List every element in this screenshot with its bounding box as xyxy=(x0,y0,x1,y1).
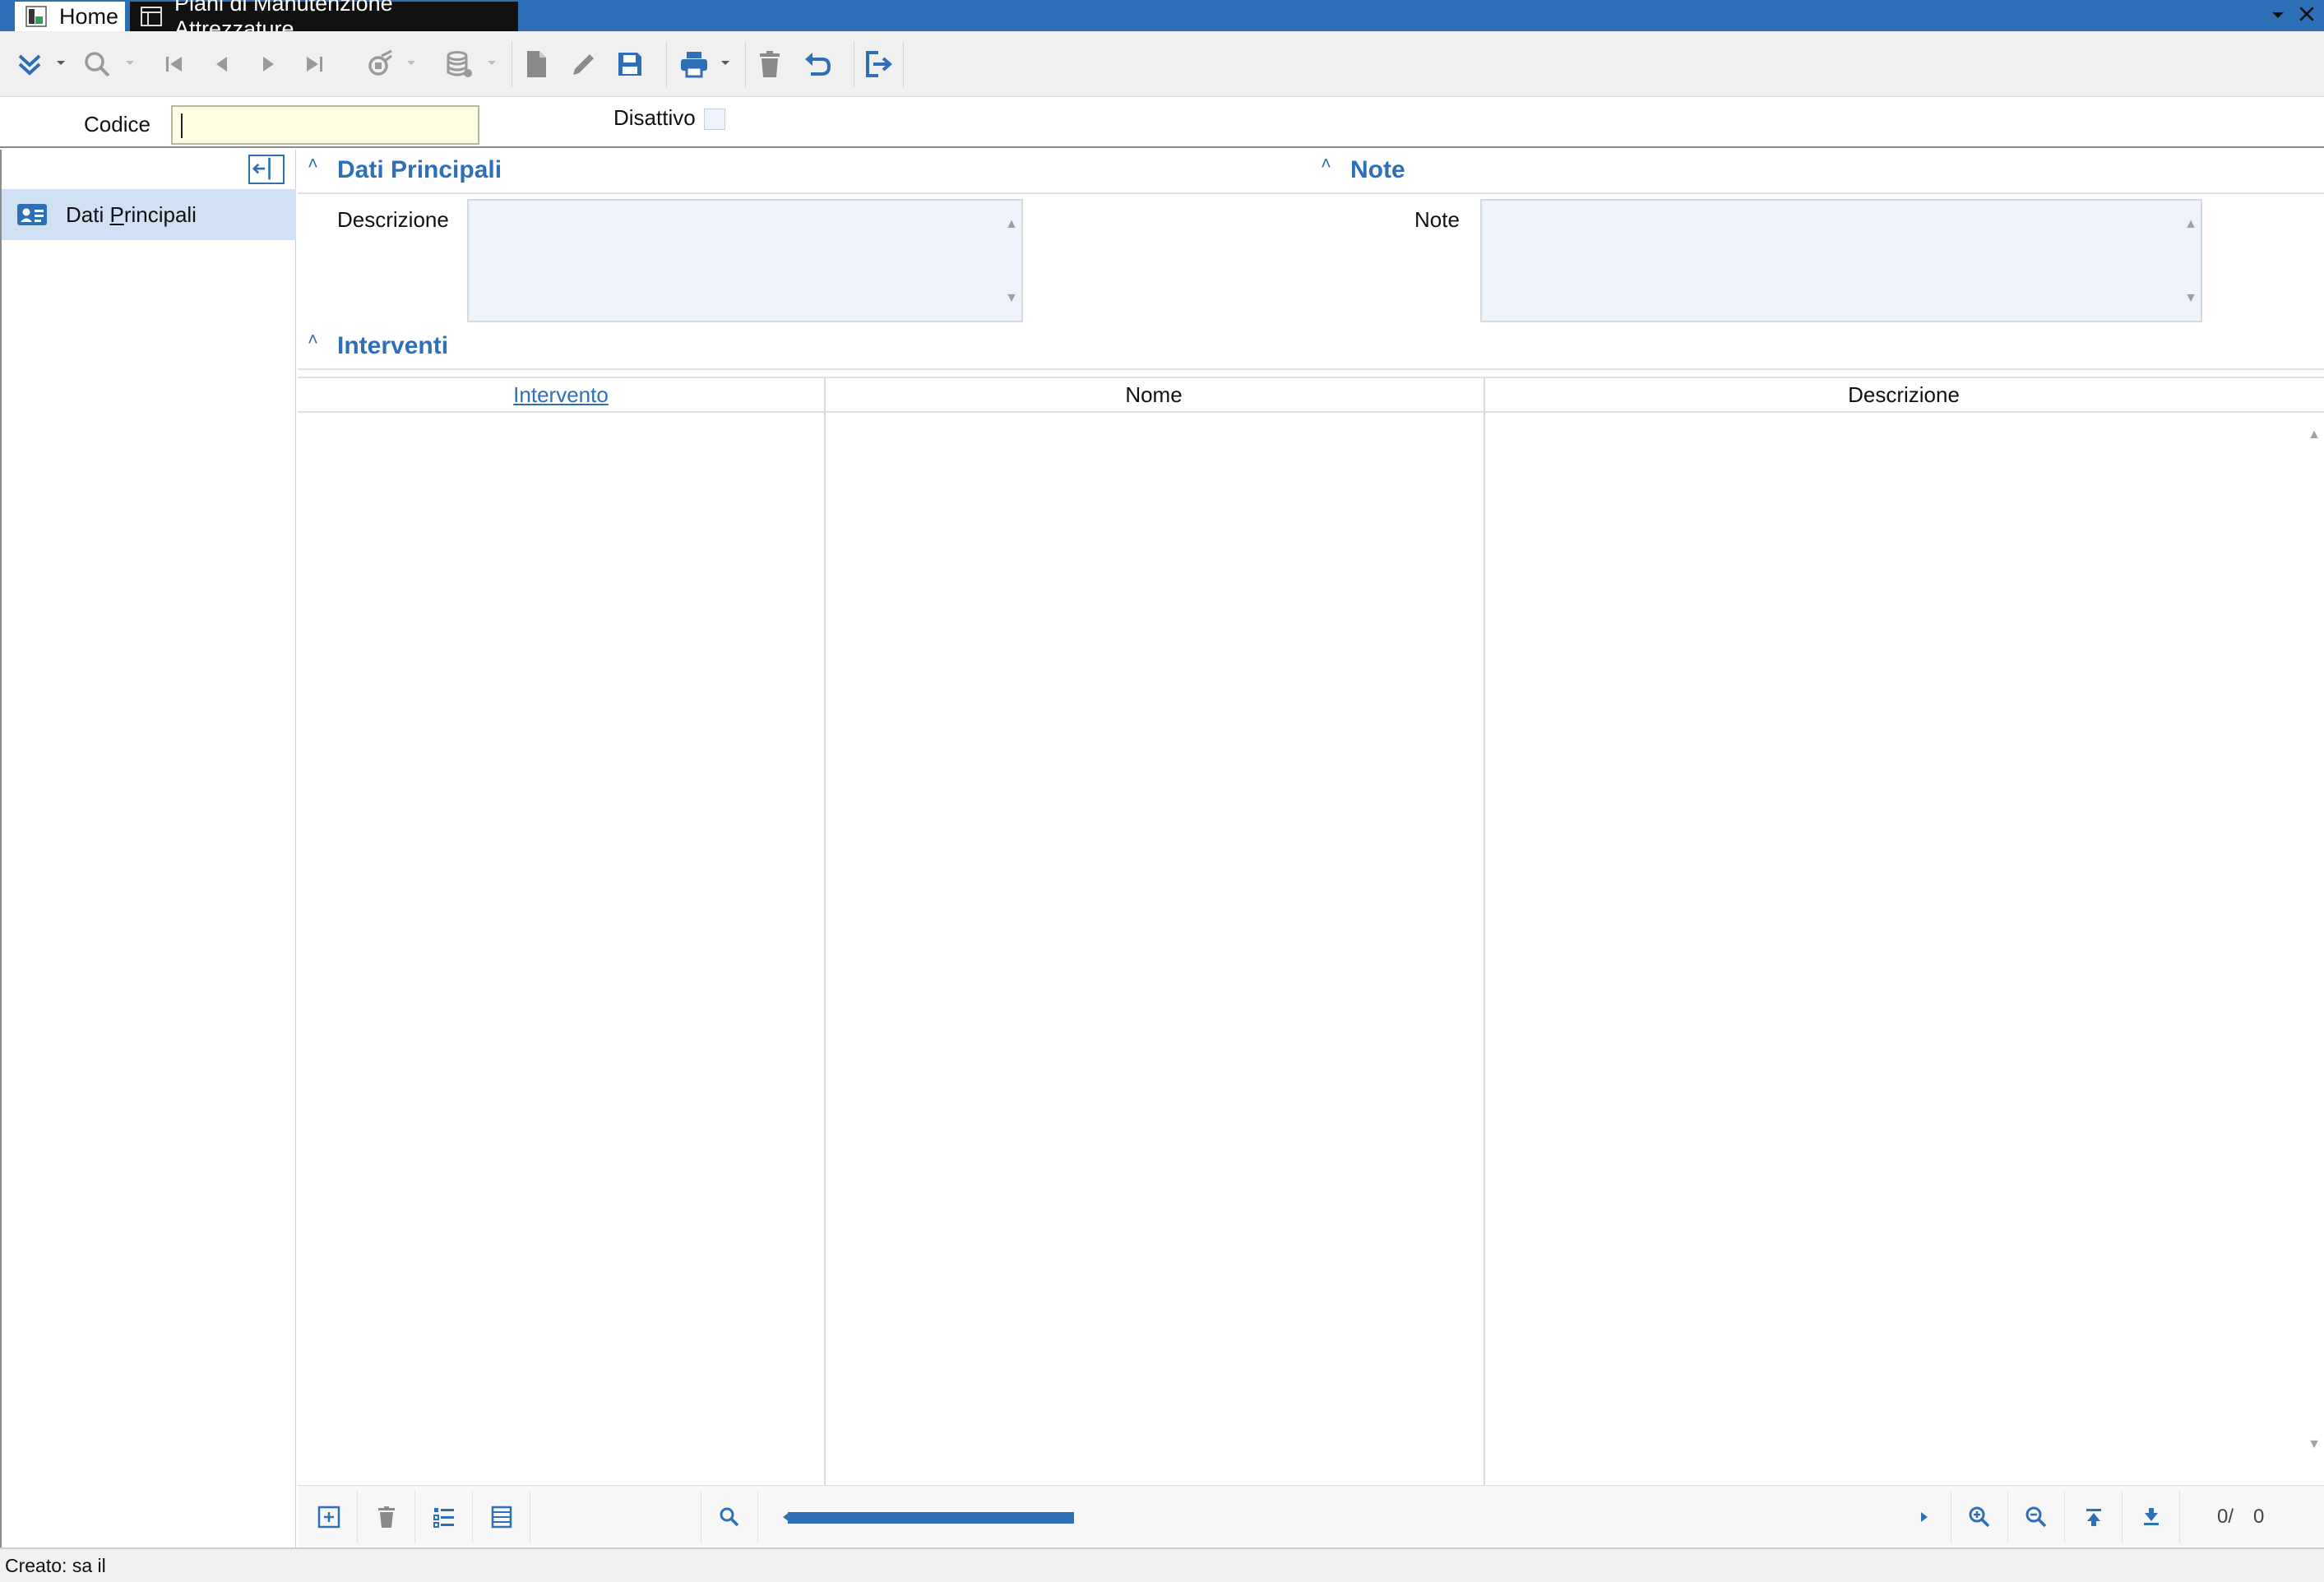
section-title-note: Note xyxy=(1350,156,1405,183)
section-divider xyxy=(298,368,2324,370)
section-title-interventi: Interventi xyxy=(337,332,449,359)
scroll-up-arrow-icon[interactable]: ▲ xyxy=(2184,217,2197,232)
note-textarea[interactable]: ▲ ▼ xyxy=(1480,199,2202,322)
zoom-in-icon[interactable] xyxy=(1951,1491,2008,1543)
edit-pencil-icon[interactable] xyxy=(562,43,605,86)
save-icon[interactable] xyxy=(609,43,651,86)
column-divider xyxy=(824,378,826,1487)
collapse-dati-principali-chevron-icon[interactable]: ˄ xyxy=(308,153,318,174)
list-view-icon[interactable] xyxy=(474,1491,530,1543)
toolbar-separator xyxy=(903,41,904,87)
column-header-nome[interactable]: Nome xyxy=(824,378,1484,413)
note-label: Note xyxy=(1414,207,1460,232)
section-title-dati-principali: Dati Principali xyxy=(337,156,502,183)
collapse-note-chevron-icon[interactable]: ˄ xyxy=(1321,153,1331,174)
database-icon[interactable] xyxy=(437,43,480,86)
scroll-bottom-icon[interactable] xyxy=(2123,1491,2180,1543)
expand-dropdown-caret-icon[interactable] xyxy=(54,56,67,69)
interventi-grid: Intervento Nome Descrizione ▲ ▼ xyxy=(298,377,2324,1487)
toolbar-separator xyxy=(745,41,746,87)
delete-row-icon[interactable] xyxy=(359,1491,415,1543)
search-icon[interactable] xyxy=(76,43,118,86)
disattivo-checkbox[interactable] xyxy=(704,109,725,130)
add-row-icon[interactable] xyxy=(301,1491,358,1543)
search-dropdown-caret-icon[interactable] xyxy=(123,56,137,69)
left-nav-panel xyxy=(0,150,296,1547)
sidebar-item-label: Dati Principali xyxy=(66,201,197,227)
next-record-icon[interactable] xyxy=(247,43,289,86)
first-record-icon[interactable] xyxy=(153,43,196,86)
descrizione-label: Descrizione xyxy=(337,207,449,232)
expand-double-chevron-icon[interactable] xyxy=(8,43,51,86)
status-bar: Creato: sa il xyxy=(0,1547,2324,1582)
sidebar-item-dati-principali[interactable]: Dati Principali xyxy=(2,189,296,240)
descrizione-textarea[interactable]: ▲ ▼ xyxy=(467,199,1023,322)
exit-icon[interactable] xyxy=(857,43,900,86)
collapse-panel-icon xyxy=(252,157,271,180)
window-controls xyxy=(2270,3,2316,28)
status-text: Creato: sa il xyxy=(5,1554,106,1576)
window-menu-dropdown-icon[interactable] xyxy=(2270,3,2286,29)
tab-home[interactable]: Home xyxy=(15,2,125,31)
hscroll-right-arrow-icon[interactable] xyxy=(1918,1510,1931,1524)
list-detail-icon[interactable] xyxy=(416,1491,473,1543)
horizontal-scrollbar-thumb[interactable] xyxy=(788,1512,1074,1524)
last-record-icon[interactable] xyxy=(293,43,336,86)
grid-footer-toolbar: 0/0 xyxy=(298,1485,2324,1547)
print-icon[interactable] xyxy=(673,43,715,86)
edit-query-icon[interactable] xyxy=(359,43,401,86)
print-dropdown-caret-icon[interactable] xyxy=(719,56,732,69)
form-window-icon xyxy=(140,5,163,28)
tab-piani-manutenzione[interactable]: Piani di Manutenzione Attrezzature xyxy=(130,0,518,41)
id-card-icon xyxy=(16,202,48,227)
column-divider xyxy=(1484,378,1485,1487)
database-dropdown-caret-icon[interactable] xyxy=(485,56,498,69)
prev-record-icon[interactable] xyxy=(201,43,243,86)
app-logo-icon xyxy=(25,5,48,28)
scroll-top-icon[interactable] xyxy=(2066,1491,2123,1543)
toolbar-separator xyxy=(666,41,667,87)
scroll-down-arrow-icon[interactable]: ▼ xyxy=(2184,291,2197,306)
close-window-icon[interactable] xyxy=(2298,3,2316,29)
zoom-out-icon[interactable] xyxy=(2008,1491,2065,1543)
codice-label: Codice xyxy=(84,112,150,136)
grid-search-icon[interactable] xyxy=(701,1491,758,1543)
text-cursor xyxy=(181,113,183,138)
undo-icon[interactable] xyxy=(796,43,839,86)
column-header-intervento[interactable]: Intervento xyxy=(298,378,824,413)
column-header-descrizione[interactable]: Descrizione xyxy=(1484,378,2324,413)
tab-home-label: Home xyxy=(59,3,119,29)
codice-input[interactable] xyxy=(171,105,479,145)
disattivo-label: Disattivo xyxy=(613,105,696,130)
query-dropdown-caret-icon[interactable] xyxy=(405,56,418,69)
collapse-interventi-chevron-icon[interactable]: ˄ xyxy=(308,329,318,350)
delete-trash-icon[interactable] xyxy=(748,43,791,86)
toolbar xyxy=(0,31,2324,97)
section-divider xyxy=(298,192,2324,194)
collapse-panel-button[interactable] xyxy=(248,155,285,184)
grid-scroll-up-arrow-icon[interactable]: ▲ xyxy=(2308,428,2321,442)
scroll-down-arrow-icon[interactable]: ▼ xyxy=(1005,291,1018,306)
scroll-up-arrow-icon[interactable]: ▲ xyxy=(1005,217,1018,232)
new-document-icon[interactable] xyxy=(515,43,558,86)
grid-scroll-down-arrow-icon[interactable]: ▼ xyxy=(2308,1437,2321,1452)
record-counter: 0/0 xyxy=(2217,1506,2265,1528)
